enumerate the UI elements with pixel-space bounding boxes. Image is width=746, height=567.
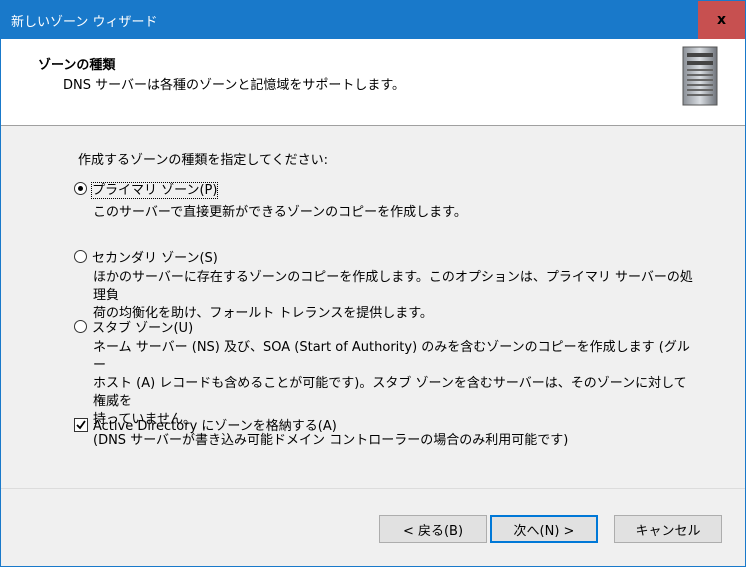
window-title: 新しいゾーン ウィザード xyxy=(11,15,158,30)
next-button[interactable]: 次へ(N) > xyxy=(490,515,598,543)
back-button[interactable]: < 戻る(B) xyxy=(379,515,487,543)
zone-type-prompt: 作成するゾーンの種類を指定してください: xyxy=(78,153,328,168)
footer-divider xyxy=(1,488,745,489)
stub-zone-label: スタブ ゾーン(U) xyxy=(92,321,194,336)
page-heading: ゾーンの種類 xyxy=(38,58,116,73)
radio-button[interactable] xyxy=(74,250,87,263)
description-line: ネーム サーバー (NS) 及び、SOA (Start of Authority… xyxy=(93,340,690,373)
radio-button-checked[interactable] xyxy=(74,182,87,195)
primary-zone-description: このサーバーで直接更新ができるゾーンのコピーを作成します。 xyxy=(93,204,693,222)
title-bar[interactable]: 新しいゾーン ウィザード x xyxy=(1,1,745,39)
wizard-window: 新しいゾーン ウィザード x ゾーンの種類 DNS サーバーは各種のゾーンと記憶… xyxy=(0,0,746,567)
radio-button[interactable] xyxy=(74,320,87,333)
page-subheading: DNS サーバーは各種のゾーンと記憶域をサポートします。 xyxy=(63,78,406,93)
close-button[interactable]: x xyxy=(698,1,745,39)
wizard-header: ゾーンの種類 DNS サーバーは各種のゾーンと記憶域をサポートします。 xyxy=(1,39,745,126)
description-line: ほかのサーバーに存在するゾーンのコピーを作成します。このオプションは、プライマリ… xyxy=(93,270,693,303)
radio-secondary-zone[interactable]: セカンダリ ゾーン(S) xyxy=(74,247,218,266)
close-icon: x xyxy=(716,12,727,28)
checkbox[interactable] xyxy=(74,417,88,432)
ad-store-description: (DNS サーバーが書き込み可能ドメイン コントローラーの場合のみ利用可能です) xyxy=(93,433,569,448)
description-line: このサーバーで直接更新ができるゾーンのコピーを作成します。 xyxy=(93,205,467,220)
cancel-button[interactable]: キャンセル xyxy=(614,515,722,543)
server-icon xyxy=(682,46,718,106)
secondary-zone-label: セカンダリ ゾーン(S) xyxy=(92,251,218,266)
check-icon xyxy=(76,419,86,429)
description-line: ホスト (A) レコードも含めることが可能です)。スタブ ゾーンを含むサーバーは… xyxy=(93,376,687,409)
primary-zone-label: プライマリ ゾーン(P) xyxy=(90,182,219,199)
radio-stub-zone[interactable]: スタブ ゾーン(U) xyxy=(74,317,193,336)
secondary-zone-description: ほかのサーバーに存在するゾーンのコピーを作成します。このオプションは、プライマリ… xyxy=(93,269,693,323)
radio-primary-zone[interactable]: プライマリ ゾーン(P) xyxy=(74,179,219,199)
